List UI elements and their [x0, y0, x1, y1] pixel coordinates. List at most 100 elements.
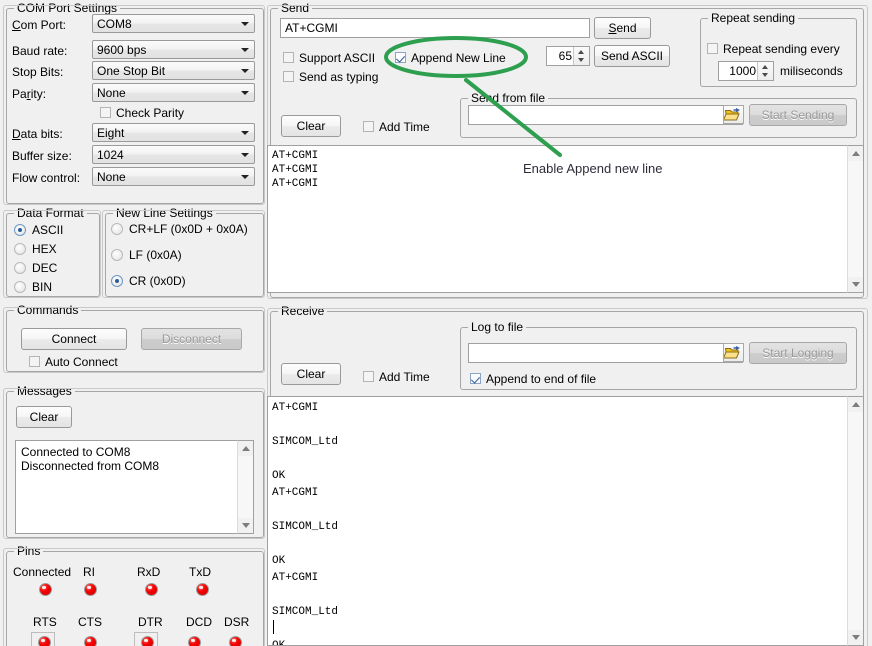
send-file-path-input[interactable] [468, 105, 743, 125]
auto-connect-checkbox[interactable]: Auto Connect [29, 355, 118, 369]
buffer-size-select[interactable]: 1024 [92, 145, 255, 164]
chevron-down-icon [241, 91, 249, 95]
auto-connect-label: Auto Connect [45, 355, 118, 369]
radio-indicator [111, 223, 123, 235]
pins-title: Pins [14, 544, 43, 558]
application-window: COM Port Settings Com Port: COM8 Baud ra… [0, 0, 872, 646]
commands-title: Commands [14, 303, 81, 317]
flow-control-value: None [97, 170, 126, 185]
pin-label-connected: Connected [13, 565, 71, 579]
data-bits-value: Eight [97, 126, 124, 141]
radio-indicator [14, 224, 26, 236]
repeat-interval-stepper[interactable]: 1000 [718, 61, 774, 81]
start-logging-button[interactable]: Start Logging [749, 342, 847, 364]
pin-label-dcd: DCD [186, 615, 212, 629]
send-log-scrollbar[interactable] [847, 145, 864, 293]
com-port-select[interactable]: COM8 [92, 14, 255, 33]
text-cursor [273, 620, 274, 634]
checkbox-box [283, 52, 294, 63]
scroll-down-button[interactable] [238, 518, 253, 533]
triangle-down-icon [242, 523, 250, 528]
pin-label-rxd: RxD [137, 565, 160, 579]
baud-rate-value: 9600 bps [97, 43, 146, 58]
send-command-input[interactable]: AT+CGMI [280, 18, 590, 38]
stop-bits-select[interactable]: One Stop Bit [92, 61, 255, 80]
log-file-browse-button[interactable] [723, 343, 744, 362]
radio-indicator [111, 275, 123, 287]
pin-label-ri: RI [83, 565, 95, 579]
connect-button[interactable]: Connect [21, 328, 127, 350]
stepper-up-icon[interactable] [578, 50, 584, 54]
check-parity-checkbox[interactable]: Check Parity [100, 106, 184, 120]
scroll-down-button[interactable] [848, 277, 863, 292]
send-file-browse-button[interactable] [723, 105, 744, 124]
start-sending-button[interactable]: Start Sending [749, 104, 847, 126]
receive-log[interactable]: AT+CGMI SIMCOM_Ltd OK AT+CGMI SIMCOM_Ltd… [267, 396, 848, 646]
radio-data-format-hex[interactable]: HEX [14, 242, 57, 256]
radio-newline-lf[interactable]: LF (0x0A) [111, 248, 182, 262]
flow-control-label: Flow control: [12, 171, 80, 185]
scroll-up-button[interactable] [848, 146, 863, 161]
chevron-down-icon [241, 69, 249, 73]
data-bits-select[interactable]: Eight [92, 123, 255, 142]
radio-newline-cr[interactable]: CR (0x0D) [111, 274, 186, 288]
receive-add-time-checkbox[interactable]: Add Time [363, 370, 430, 384]
parity-select[interactable]: None [92, 83, 255, 102]
repeat-sending-checkbox[interactable]: Repeat sending every [707, 42, 840, 56]
stepper-buttons[interactable] [757, 62, 773, 80]
radio-label: BIN [32, 280, 52, 294]
chevron-down-icon [241, 153, 249, 157]
scroll-down-button[interactable] [848, 630, 863, 645]
messages-log[interactable]: Connected to COM8Disconnected from COM8 [15, 440, 253, 534]
send-as-typing-checkbox[interactable]: Send as typing [283, 70, 378, 84]
stepper-up-icon[interactable] [762, 65, 768, 69]
disconnect-button[interactable]: Disconnect [141, 328, 242, 350]
support-ascii-checkbox[interactable]: Support ASCII [283, 51, 375, 65]
pin-led-rts [38, 636, 51, 646]
repeat-sending-label: Repeat sending every [723, 42, 840, 56]
repeat-interval-value: 1000 [729, 64, 756, 79]
append-new-line-checkbox[interactable]: Append New Line [395, 51, 506, 65]
messages-clear-button[interactable]: Clear [16, 406, 72, 428]
data-format-title: Data Format [14, 206, 87, 220]
stepper-down-icon[interactable] [578, 58, 584, 62]
parity-label: Parity: [12, 87, 46, 101]
radio-data-format-bin[interactable]: BIN [14, 280, 52, 294]
receive-log-scrollbar[interactable] [847, 396, 864, 646]
send-log-line: AT+CGMI [272, 150, 318, 162]
scroll-up-button[interactable] [238, 441, 253, 456]
stepper-buttons[interactable] [573, 47, 589, 65]
messages-scrollbar[interactable] [237, 440, 254, 534]
send-ascii-button[interactable]: Send ASCII [594, 45, 670, 67]
radio-data-format-ascii[interactable]: ASCII [14, 223, 63, 237]
folder-open-icon [724, 106, 743, 123]
stepper-down-icon[interactable] [762, 73, 768, 77]
pin-led-dtr [141, 636, 154, 646]
receive-title: Receive [278, 304, 327, 318]
send-command-value: AT+CGMI [285, 21, 338, 36]
receive-clear-button[interactable]: Clear [281, 363, 341, 385]
new-line-settings-title: New Line Settings [113, 206, 216, 220]
radio-newline-crlf[interactable]: CR+LF (0x0D + 0x0A) [111, 222, 248, 236]
triangle-up-icon [242, 446, 250, 451]
radio-data-format-dec[interactable]: DEC [14, 261, 57, 275]
log-file-path-input[interactable] [468, 343, 743, 363]
send-button[interactable]: Send [594, 17, 651, 39]
checkbox-box [395, 52, 406, 63]
flow-control-select[interactable]: None [92, 167, 255, 186]
baud-rate-select[interactable]: 9600 bps [92, 40, 255, 59]
ascii-code-stepper[interactable]: 65 [546, 46, 590, 66]
data-bits-label: Data bits: [12, 127, 63, 141]
chevron-down-icon [241, 175, 249, 179]
send-clear-button[interactable]: Clear [281, 115, 341, 137]
pin-led-ri [84, 583, 97, 596]
append-end-of-file-checkbox[interactable]: Append to end of file [470, 372, 596, 386]
log-to-file-title: Log to file [468, 320, 526, 334]
stop-bits-value: One Stop Bit [97, 64, 165, 79]
send-add-time-checkbox[interactable]: Add Time [363, 120, 430, 134]
pin-led-cts [84, 636, 97, 646]
pin-label-cts: CTS [78, 615, 102, 629]
scroll-up-button[interactable] [848, 397, 863, 412]
receive-log-line: SIMCOM_Ltd [272, 436, 338, 448]
receive-log-line: AT+CGMI [272, 402, 318, 414]
